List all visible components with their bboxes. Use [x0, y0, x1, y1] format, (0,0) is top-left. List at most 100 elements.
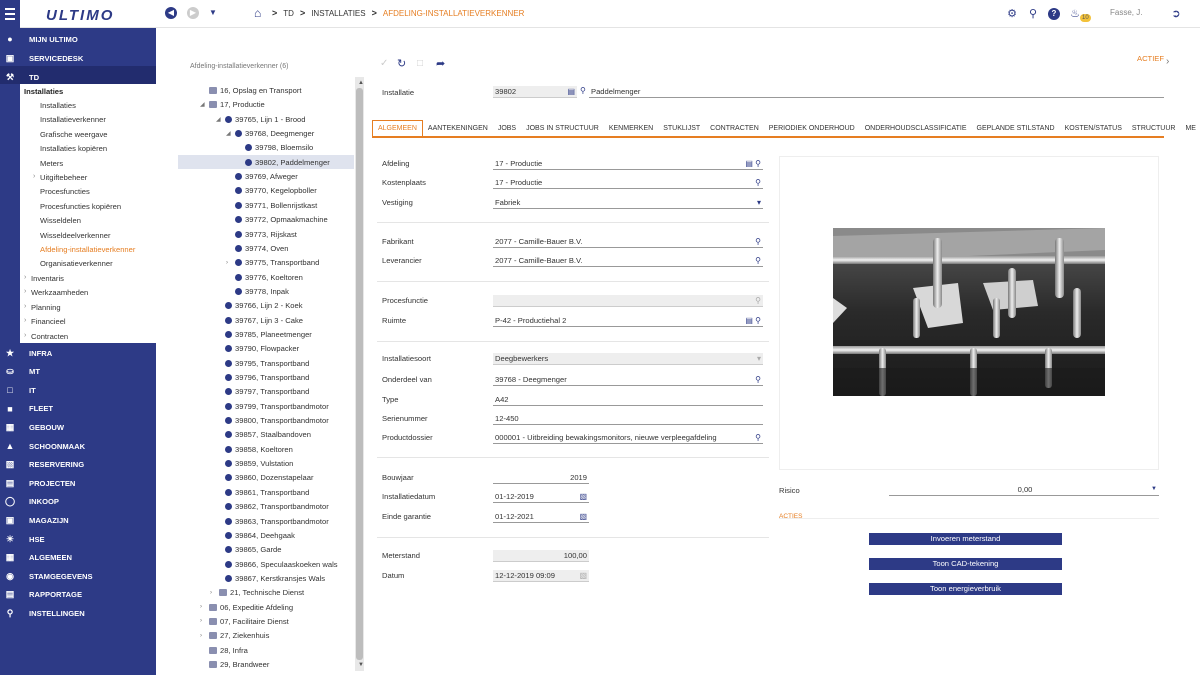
- tree-node[interactable]: 39859, Vulstation: [216, 459, 293, 468]
- installatie-name-field[interactable]: Paddelmenger: [589, 86, 1164, 98]
- chevron-right-icon[interactable]: ›: [24, 332, 26, 339]
- submenu-item-organisatieverkenner[interactable]: Organisatieverkenner: [40, 259, 113, 268]
- datum-field[interactable]: 12-12-2019 09:09 ▧: [493, 570, 589, 582]
- history-dropdown-icon[interactable]: ▼: [209, 8, 217, 17]
- chevron-down-icon[interactable]: ▾: [757, 353, 761, 364]
- sidebar-item-mt[interactable]: ⛀ MT: [0, 363, 156, 381]
- submenu-item-grafische-weergave[interactable]: Grafische weergave: [40, 130, 108, 139]
- chevron-right-icon[interactable]: ›: [33, 173, 35, 180]
- tree-node[interactable]: ◢ 17, Productie: [200, 100, 265, 109]
- caret-down-icon[interactable]: ◢: [216, 116, 222, 123]
- tree-node[interactable]: 39796, Transportband: [216, 373, 309, 382]
- search-icon[interactable]: ⚲: [755, 374, 761, 385]
- tree-node[interactable]: 39802, Paddelmenger: [236, 158, 330, 167]
- search-icon[interactable]: ⚲: [1027, 8, 1039, 20]
- tree-node[interactable]: 39798, Bloemsilo: [236, 143, 313, 152]
- leverancier-field[interactable]: 2077 - Camille-Bauer B.V. ⚲: [493, 255, 763, 267]
- tab-stuklijst[interactable]: STUKLIJST: [658, 120, 705, 136]
- sidebar-item-schoonmaak[interactable]: ▲ SCHOONMAAK: [0, 437, 156, 455]
- tree-node[interactable]: 29, Brandweer: [200, 660, 269, 669]
- tab-jobs-in-structuur[interactable]: JOBS IN STRUCTUUR: [521, 120, 604, 136]
- gear-icon[interactable]: ⚙: [1006, 8, 1018, 20]
- tab-periodiek-onderhoud[interactable]: PERIODIEK ONDERHOUD: [764, 120, 860, 136]
- sidebar-item-rapportage[interactable]: ▤ RAPPORTAGE: [0, 586, 156, 604]
- submenu-group-contracten[interactable]: Contracten: [31, 332, 68, 341]
- tree-node[interactable]: 39795, Transportband: [216, 359, 309, 368]
- bouwjaar-field[interactable]: 2019: [493, 472, 589, 484]
- tree-node[interactable]: 39766, Lijn 2 - Koek: [216, 301, 303, 310]
- tree-node[interactable]: 39864, Deehgaak: [216, 531, 295, 540]
- search-icon[interactable]: ⚲: [755, 432, 761, 443]
- scroll-down-icon[interactable]: ▼: [358, 662, 364, 668]
- tree-node[interactable]: 39771, Bollenrijstkast: [226, 201, 317, 210]
- tree-node[interactable]: › 07, Facilitaire Dienst: [200, 617, 289, 626]
- help-icon[interactable]: ?: [1048, 8, 1060, 20]
- chevron-right-icon[interactable]: ›: [200, 604, 206, 610]
- fabrikant-field[interactable]: 2077 - Camille-Bauer B.V. ⚲: [493, 236, 763, 248]
- submenu-group-inventaris[interactable]: Inventaris: [31, 274, 64, 283]
- caret-down-icon[interactable]: ◢: [200, 101, 206, 108]
- submenu-item-installatieverkenner[interactable]: Installatieverkenner: [40, 115, 106, 124]
- submenu-group-planning[interactable]: Planning: [31, 303, 61, 312]
- type-field[interactable]: A42: [493, 394, 763, 406]
- meterstand-field[interactable]: 100,00: [493, 550, 589, 562]
- chevron-right-icon[interactable]: ›: [24, 274, 26, 281]
- tree-node[interactable]: 39862, Transportbandmotor: [216, 502, 329, 511]
- home-icon[interactable]: ⌂: [254, 6, 261, 20]
- submenu-item-meters[interactable]: Meters: [40, 159, 63, 168]
- tree-node[interactable]: 39799, Transportbandmotor: [216, 402, 329, 411]
- sidebar-item-mijn-ultimo[interactable]: ● MIJN ULTIMO: [0, 30, 156, 48]
- tree-node[interactable]: 39861, Transportband: [216, 488, 309, 497]
- tree-node[interactable]: › 27, Ziekenhuis: [200, 631, 269, 640]
- caret-down-icon[interactable]: ◢: [226, 130, 232, 137]
- chevron-right-icon[interactable]: ›: [200, 618, 206, 624]
- tree-node[interactable]: 39866, Speculaaskoeken wals: [216, 560, 338, 569]
- tab-geplande-stilstand[interactable]: GEPLANDE STILSTAND: [972, 120, 1060, 136]
- chevron-right-icon[interactable]: ›: [1166, 56, 1169, 67]
- toon-energieverbruik-button[interactable]: Toon energieverbruik: [869, 583, 1062, 595]
- chevron-right-icon[interactable]: ›: [226, 260, 232, 266]
- sidebar-item-reservering[interactable]: ▧ RESERVERING: [0, 456, 156, 474]
- search-icon[interactable]: ⚲: [580, 86, 586, 95]
- installatie-code-field[interactable]: 39802 ▤: [493, 86, 577, 98]
- tree-node[interactable]: ◢ 39765, Lijn 1 - Brood: [216, 115, 306, 124]
- ruimte-field[interactable]: P-42 - Productiehal 2 ▤ ⚲: [493, 315, 763, 327]
- breadcrumb-td[interactable]: TD: [283, 9, 294, 18]
- afdeling-field[interactable]: 17 - Productie ▤ ⚲: [493, 158, 763, 170]
- tree-node[interactable]: 39778, Inpak: [226, 287, 289, 296]
- tree-node[interactable]: 39867, Kerstkransjes Wals: [216, 574, 325, 583]
- submenu-header-installaties[interactable]: Installaties: [24, 87, 63, 96]
- submenu-item-wisseldelen[interactable]: Wisseldelen: [40, 216, 81, 225]
- chevron-right-icon[interactable]: ›: [24, 288, 26, 295]
- risico-field[interactable]: 0,00 ▼: [889, 484, 1159, 496]
- back-icon[interactable]: ◀: [165, 7, 177, 19]
- tab-kosten-status[interactable]: KOSTEN/STATUS: [1060, 120, 1127, 136]
- chevron-right-icon[interactable]: ›: [24, 303, 26, 310]
- sidebar-item-instellingen[interactable]: ⚲ INSTELLINGEN: [0, 604, 156, 622]
- tree-node[interactable]: 39770, Kegelopboller: [226, 186, 317, 195]
- tree-node[interactable]: › 21, Technische Dienst: [210, 588, 304, 597]
- submenu-item-uitgiftebeheer[interactable]: Uitgiftebeheer: [40, 173, 87, 182]
- sidebar-item-td[interactable]: ⚒ TD: [0, 68, 156, 86]
- tree-node[interactable]: 39769, Afweger: [226, 172, 298, 181]
- menu-icon[interactable]: [0, 0, 20, 28]
- submenu-item-afdeling-installatieverkenner[interactable]: Afdeling-installatieverkenner: [40, 245, 135, 254]
- delete-icon[interactable]: □: [417, 58, 423, 69]
- serienummer-field[interactable]: 12-450: [493, 413, 763, 425]
- list-search-icon[interactable]: ▤ ⚲: [745, 158, 761, 169]
- tree-node[interactable]: 39776, Koeltoren: [226, 273, 303, 282]
- tree-node[interactable]: 39863, Transportbandmotor: [216, 517, 329, 526]
- sidebar-item-stamgegevens[interactable]: ◉ STAMGEGEVENS: [0, 567, 156, 585]
- toon-cad-tekening-button[interactable]: Toon CAD-tekening: [869, 558, 1062, 570]
- chevron-right-icon[interactable]: ›: [200, 633, 206, 639]
- tab-me[interactable]: ME: [1180, 120, 1200, 136]
- calendar-icon[interactable]: ▧: [579, 491, 587, 502]
- submenu-item-procesfuncties[interactable]: Procesfuncties: [40, 187, 90, 196]
- tree-node[interactable]: 39767, Lijn 3 - Cake: [216, 316, 303, 325]
- chevron-right-icon[interactable]: ›: [24, 317, 26, 324]
- tree-node[interactable]: 39797, Transportband: [216, 387, 309, 396]
- tree-node[interactable]: 39774, Oven: [226, 244, 289, 253]
- sidebar-item-magazijn[interactable]: ▣ MAGAZIJN: [0, 511, 156, 529]
- submenu-item-installaties[interactable]: Installaties: [40, 101, 76, 110]
- vestiging-field[interactable]: Fabriek ▾: [493, 197, 763, 209]
